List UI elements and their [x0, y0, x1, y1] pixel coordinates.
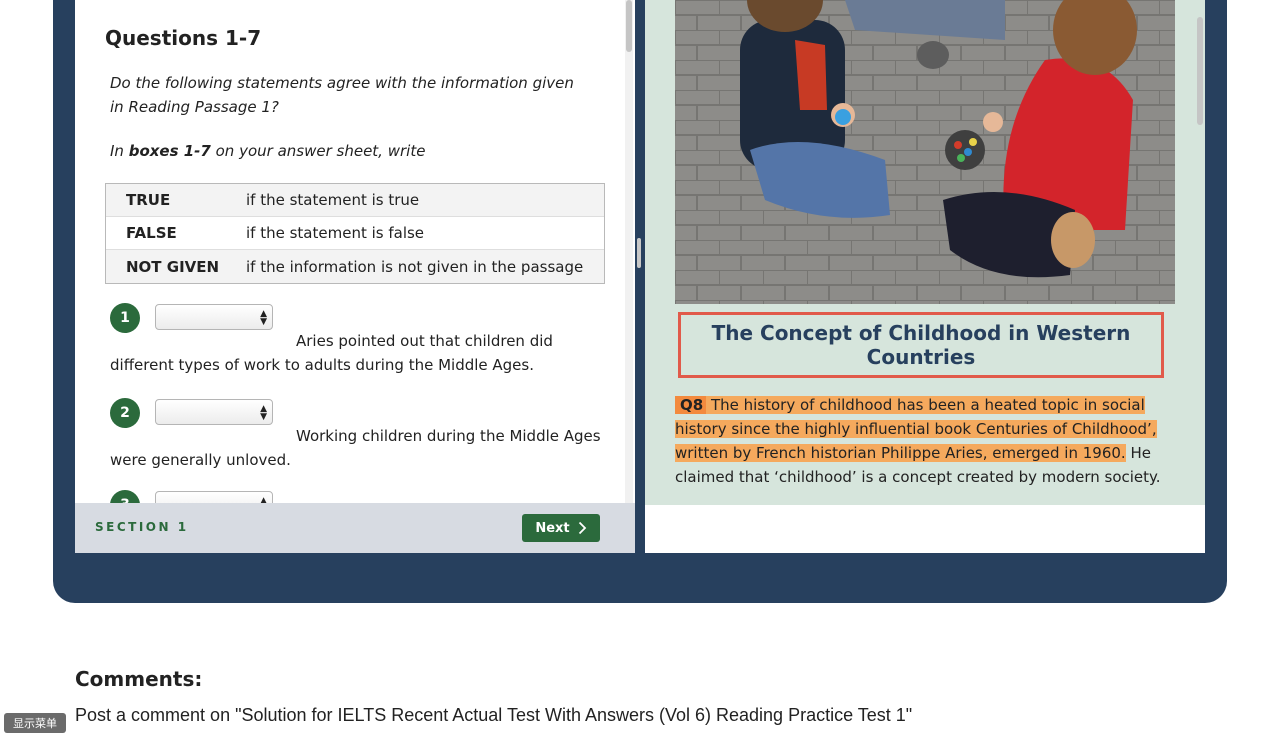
next-button[interactable]: Next: [522, 514, 600, 542]
passage-title: The Concept of Childhood in Western Coun…: [711, 321, 1131, 369]
section-footer: SECTION 1 Next: [75, 503, 635, 553]
select-arrows-icon: ▲▼: [260, 309, 267, 327]
answer-select-3[interactable]: ▲▼: [155, 491, 273, 503]
key-term: TRUE: [126, 191, 171, 209]
question-tag-q8[interactable]: Q8: [675, 396, 707, 414]
answer-select-2[interactable]: ▲ ▼: [155, 399, 273, 425]
scrollbar-thumb[interactable]: [626, 0, 632, 52]
questions-pane[interactable]: Questions 1-7 Do the following statement…: [75, 0, 635, 503]
passage-paragraph: Q8 The history of childhood has been a h…: [675, 393, 1175, 489]
key-row-true: TRUE if the statement is true: [106, 184, 604, 217]
question-text-1: Aries pointed out that children did diff…: [110, 332, 553, 374]
passage-photo: [675, 0, 1175, 304]
highlighted-passage-text[interactable]: Q8 The history of childhood has been a h…: [675, 396, 1157, 462]
test-window: Questions 1-7 Do the following statement…: [75, 0, 1205, 553]
question-number-badge: 3: [110, 490, 140, 503]
key-term: NOT GIVEN: [126, 257, 220, 276]
section-label: SECTION 1: [95, 520, 189, 534]
key-desc: if the statement is false: [246, 224, 425, 242]
comment-prompt: Post a comment on "Solution for IELTS Re…: [75, 705, 913, 725]
comments-heading: Comments:: [75, 667, 203, 691]
passage-content[interactable]: The Concept of Childhood in Western Coun…: [645, 0, 1205, 505]
key-desc: if the statement is true: [246, 191, 420, 209]
question-text-2: Working children during the Middle Ages …: [110, 427, 601, 469]
answer-key-table: TRUE if the statement is true FALSE if t…: [105, 183, 605, 284]
show-menu-button[interactable]: 显示菜单: [4, 713, 66, 733]
scrollbar-thumb[interactable]: [1197, 17, 1203, 125]
key-term: FALSE: [126, 224, 177, 242]
questions-scrollbar[interactable]: [625, 0, 633, 503]
key-row-not-given: NOT GIVEN if the information is not give…: [106, 250, 604, 283]
select-arrows-icon: ▲▼: [260, 404, 267, 422]
passage-pane: The Concept of Childhood in Western Coun…: [645, 0, 1205, 553]
next-button-label: Next: [535, 520, 570, 536]
chevron-right-icon: [578, 521, 586, 535]
key-row-false: FALSE if the statement is false: [106, 217, 604, 250]
passage-title-box: The Concept of Childhood in Western Coun…: [678, 312, 1164, 378]
instruction-boxes: In boxes 1-7 on your answer sheet, write: [110, 142, 426, 160]
pane-resize-handle[interactable]: [637, 238, 641, 268]
questions-heading: Questions 1-7: [105, 26, 262, 50]
children-playing-marbles-illustration: [675, 0, 1175, 304]
answer-select-1[interactable]: ▲ ▼: [155, 304, 273, 330]
key-desc: if the information is not given in the p…: [246, 257, 584, 276]
instruction-agree: Do the following statements agree with t…: [110, 74, 574, 116]
